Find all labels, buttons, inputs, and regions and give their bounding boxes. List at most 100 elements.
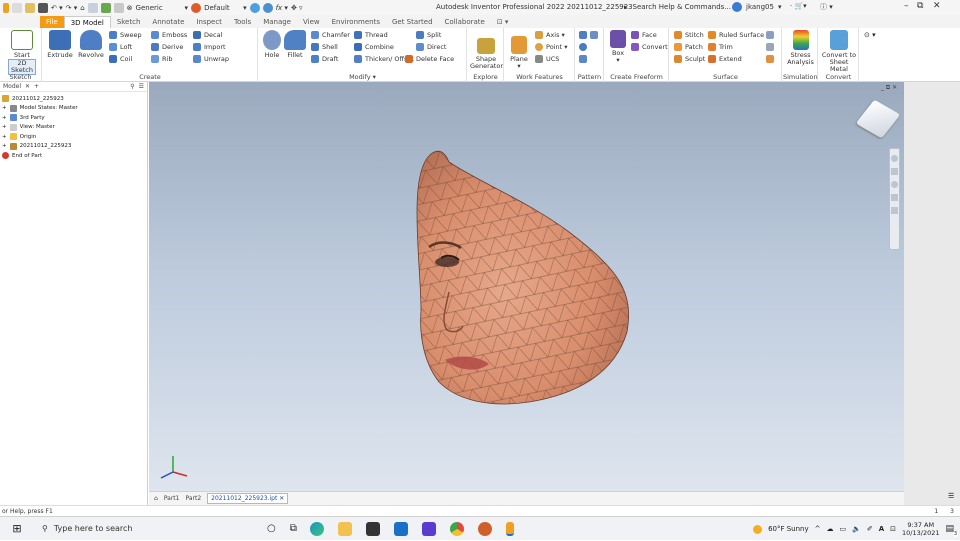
mirror-icon[interactable] [590, 31, 598, 39]
redo-icon[interactable]: ↷ ▾ [66, 4, 78, 12]
ribbon-options-icon[interactable]: ⊡ ▾ [491, 16, 515, 28]
tab-inspect[interactable]: Inspect [190, 16, 228, 28]
windows-start-icon[interactable]: ⊞ [0, 522, 34, 535]
rectangular-pattern-button[interactable] [579, 31, 598, 39]
look-at-icon[interactable] [891, 207, 898, 214]
modify-panel-label[interactable]: Modify ▾ [259, 73, 466, 81]
loft-button[interactable]: Loft [109, 43, 132, 51]
tab-collaborate[interactable]: Collaborate [439, 16, 491, 28]
ruled-surface-button[interactable]: Ruled Surface [708, 31, 764, 39]
edge-icon[interactable] [309, 521, 324, 536]
expand-icon[interactable]: + [2, 105, 7, 111]
tab-3d-model[interactable]: 3D Model [63, 16, 111, 28]
user-name[interactable]: jkang05 [746, 3, 774, 11]
sketch-pattern-button[interactable] [579, 55, 587, 63]
shape-generator-button[interactable]: Shape Generator [470, 38, 503, 70]
clear-appearance-icon[interactable] [262, 2, 273, 13]
update-icon[interactable] [100, 2, 111, 13]
revolve-button[interactable]: Revolve [76, 30, 106, 59]
open-file-icon[interactable] [25, 2, 35, 13]
weather-sun-icon[interactable] [753, 524, 763, 534]
help-icon[interactable]: ⓘ ▾ [820, 2, 833, 12]
stress-analysis-button[interactable]: Stress Analysis [785, 30, 816, 66]
battery-icon[interactable]: ▭ [840, 525, 847, 533]
volume-icon[interactable]: 🔈 [852, 525, 861, 533]
tab-view[interactable]: View [297, 16, 326, 28]
inventor-taskbar-icon[interactable] [505, 521, 514, 536]
mail-icon[interactable] [393, 521, 408, 536]
trim-button[interactable]: Trim [708, 43, 733, 51]
help-search-input[interactable]: Search Help & Commands... [633, 3, 731, 11]
tray-chevron-icon[interactable]: ^ [815, 525, 821, 533]
coil-button[interactable]: Coil [109, 55, 132, 63]
tab-tools[interactable]: Tools [228, 16, 257, 28]
browser-dropdown-icon[interactable]: ✕ [25, 83, 30, 90]
browser-menu-icon[interactable]: ☰ [139, 83, 144, 90]
patch-button[interactable]: Patch [674, 43, 703, 51]
ribbon-expand-icon[interactable]: ⊙ ▾ [864, 31, 876, 39]
split-button[interactable]: Split [416, 31, 441, 39]
weather-text[interactable]: 60°F Sunny [768, 525, 809, 533]
delete-face-button[interactable]: Delete Face [405, 55, 454, 63]
home-tab-icon[interactable]: ⌂ [154, 495, 158, 502]
start-2d-sketch-button[interactable]: Start 2D Sketch [8, 30, 36, 75]
more-icon[interactable]: ✥ ▿ [291, 4, 303, 12]
home-icon[interactable]: ⌂ [80, 4, 84, 12]
fx-icon[interactable]: fx ▾ [276, 4, 288, 12]
decal-button[interactable]: Decal [193, 31, 222, 39]
stitch-button[interactable]: Stitch [674, 31, 704, 39]
tab-sketch[interactable]: Sketch [111, 16, 147, 28]
expand-icon[interactable]: + [2, 115, 7, 121]
extrude-button[interactable]: Extrude [45, 30, 75, 59]
import-button[interactable]: Import [193, 43, 226, 51]
appearance-select[interactable]: Default [204, 4, 240, 12]
sweep-button[interactable]: Sweep [109, 31, 142, 39]
tab-manage[interactable]: Manage [257, 16, 297, 28]
tree-node-3rd-party[interactable]: +3rd Party [0, 113, 147, 123]
tree-node-origin[interactable]: + Origin [0, 132, 147, 142]
face-mesh-surface[interactable] [409, 142, 639, 412]
full-navigation-wheel-icon[interactable] [891, 155, 898, 162]
user-icon[interactable] [732, 2, 742, 12]
tab-get-started[interactable]: Get Started [386, 16, 439, 28]
emboss-button[interactable]: Emboss [151, 31, 187, 39]
circular-pattern-button[interactable] [579, 43, 587, 51]
material-select[interactable]: Generic [136, 4, 182, 12]
dropdown-chevron-icon[interactable]: ▾ [243, 4, 247, 12]
restore-icon[interactable]: ⧉ [917, 1, 923, 11]
fillet-button[interactable]: Fillet [283, 30, 307, 59]
sign-in-chevron-icon[interactable]: ▾ [778, 3, 782, 11]
hole-button[interactable]: Hole [261, 30, 283, 59]
rib-button[interactable]: Rib [151, 55, 172, 63]
pen-icon[interactable]: ✐ [867, 525, 873, 533]
undo-icon[interactable]: ↶ ▾ [51, 4, 63, 12]
point-button[interactable]: Point ▾ [535, 43, 567, 51]
app-icon[interactable] [421, 521, 436, 536]
doc-tab-active[interactable]: 20211012_225923.ipt ✕ [207, 493, 289, 504]
orbit-icon[interactable] [891, 194, 898, 201]
convert-button[interactable]: Convert [631, 43, 668, 51]
dropdown-chevron-icon[interactable]: ▾ [185, 4, 189, 12]
tab-annotate[interactable]: Annotate [146, 16, 190, 28]
face-button[interactable]: Face [631, 31, 657, 39]
expand-icon[interactable]: + [2, 124, 7, 130]
tree-node-mesh[interactable]: +20211012_225923 [0, 142, 147, 152]
tree-node-end-of-part[interactable]: End of Part [0, 151, 147, 161]
task-view-icon[interactable]: ⧉ [290, 523, 297, 534]
tree-node-root[interactable]: 20211012_225923 [0, 94, 147, 104]
measure-icon[interactable] [113, 2, 124, 13]
clock[interactable]: 9:37 AM 10/13/2021 [902, 521, 939, 537]
minimize-icon[interactable]: – [904, 1, 909, 11]
browser-search-icon[interactable]: ⚲ [130, 83, 134, 90]
pan-icon[interactable] [891, 168, 898, 175]
taskbar-search[interactable]: ⚲ Type here to search [34, 517, 259, 541]
inventor-logo-icon[interactable] [3, 2, 9, 13]
tree-node-model-states[interactable]: + Model States: Master [0, 104, 147, 114]
extend-button[interactable]: Extend [708, 55, 742, 63]
box-button[interactable]: Box ▾ [607, 30, 629, 64]
add-browser-icon[interactable]: + [34, 83, 39, 90]
combine-button[interactable]: Combine [354, 43, 394, 51]
save-icon[interactable] [38, 2, 48, 13]
notifications-icon[interactable]: ▤ 3 [945, 524, 958, 537]
mesh-model[interactable] [149, 82, 904, 491]
